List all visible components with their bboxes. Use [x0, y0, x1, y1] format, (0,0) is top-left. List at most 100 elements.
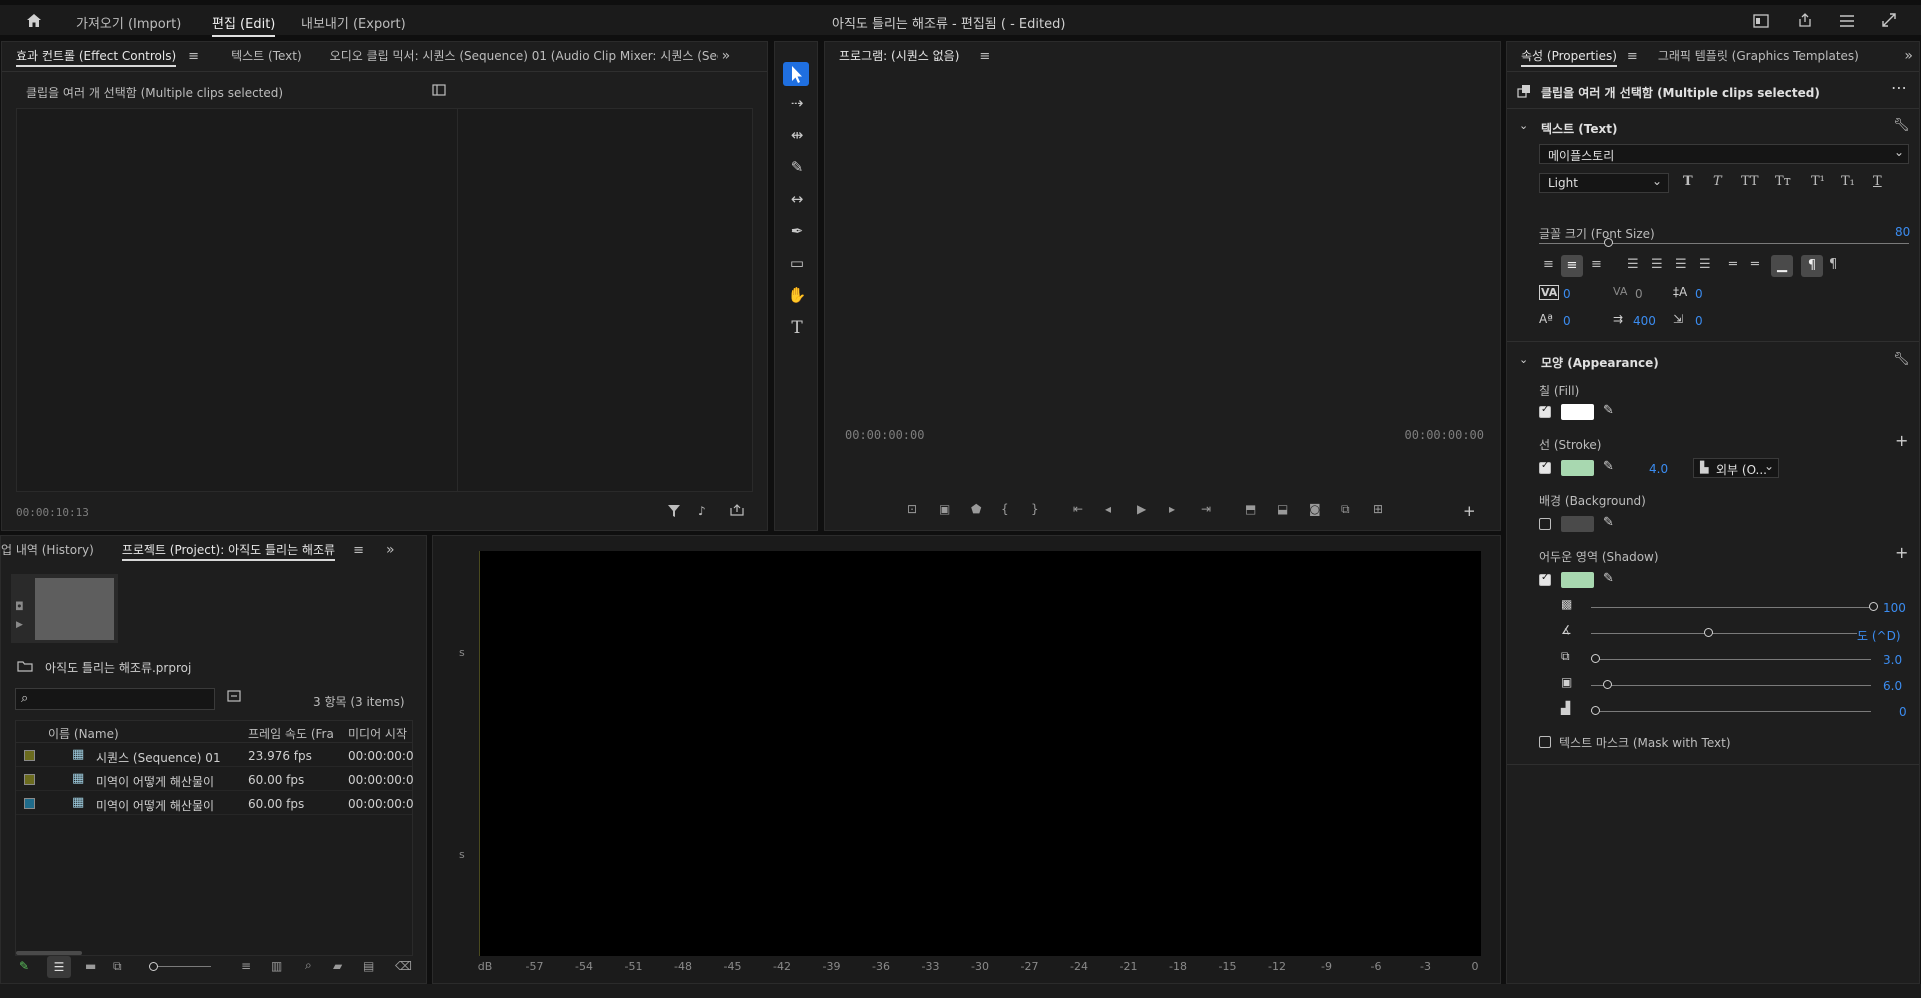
justify-center-button[interactable]: ☰ — [1651, 257, 1663, 272]
shadow-opacity-knob[interactable] — [1869, 602, 1878, 611]
properties-menu-icon[interactable]: ≡ — [1627, 49, 1638, 64]
type-tool[interactable]: T — [781, 318, 813, 338]
bold-button[interactable]: T — [1683, 174, 1693, 189]
project-menu-icon[interactable]: ≡ — [353, 543, 364, 558]
align-middle-button[interactable]: ═ — [1751, 257, 1759, 272]
pen-tool[interactable]: ✒ — [781, 222, 813, 240]
selection-tool[interactable] — [783, 62, 809, 86]
filter-icon[interactable] — [667, 504, 681, 518]
background-checkbox[interactable] — [1539, 518, 1551, 530]
toggle-timeline-icon[interactable] — [432, 84, 446, 96]
text-section-title[interactable]: 텍스트 (Text) — [1541, 120, 1617, 137]
tab-project[interactable]: 프로젝트 (Project): 아직도 틀리는 해조류 — [108, 536, 349, 564]
edit-tab[interactable]: 편집 (Edit) — [212, 13, 276, 37]
slip-tool[interactable]: ↔ — [781, 190, 813, 208]
export-frame-camera-icon[interactable]: ◙ — [1309, 502, 1321, 516]
step-back-icon[interactable]: ◂ — [1105, 502, 1111, 516]
superscript-button[interactable]: T¹ — [1811, 174, 1825, 189]
safe-margins-icon[interactable]: ▣ — [939, 502, 950, 516]
background-swatch[interactable] — [1561, 516, 1594, 532]
appearance-chevron-icon[interactable]: ⌄ — [1519, 353, 1528, 366]
new-item-icon[interactable]: ▤ — [363, 959, 374, 973]
tracking-value[interactable]: 0 — [1635, 287, 1643, 301]
text-section-chevron-icon[interactable]: ⌄ — [1519, 119, 1528, 132]
import-tab[interactable]: 가져오기 (Import) — [76, 13, 181, 32]
comparison-view-icon[interactable]: ⧉ — [1341, 502, 1350, 517]
delete-icon[interactable]: ⌫ — [395, 959, 412, 973]
fill-swatch[interactable] — [1561, 404, 1594, 420]
tab-text[interactable]: 텍스트 (Text) — [217, 42, 316, 70]
table-row[interactable]: ▦ 미역이 어떻게 해산물이 60.00 fps 00:00:00:0C — [16, 769, 414, 791]
align-bottom-button[interactable]: ▁ — [1771, 255, 1793, 277]
fill-eyedropper-icon[interactable]: ✎ — [1603, 403, 1614, 418]
tab-effect-controls[interactable]: 효과 컨트롤 (Effect Controls) — [2, 42, 190, 70]
align-right-button[interactable]: ≡ — [1591, 257, 1602, 272]
fill-checkbox[interactable] — [1539, 404, 1551, 418]
marker-icon[interactable]: ⬟ — [971, 502, 981, 516]
shadow-blur-slider[interactable] — [1591, 711, 1871, 712]
thumb-play-icon[interactable]: ▶ — [16, 620, 23, 630]
ripple-edit-tool[interactable]: ⇹ — [781, 126, 813, 144]
share-icon[interactable] — [1796, 12, 1814, 28]
shadow-distance-value[interactable]: 3.0 — [1883, 653, 1902, 667]
go-to-out-icon[interactable]: ⇥ — [1201, 502, 1211, 516]
tab-history[interactable]: 업 내역 (History) — [1, 536, 108, 564]
shadow-eyedropper-icon[interactable]: ✎ — [1603, 571, 1614, 586]
panel-overflow-icon[interactable]: » — [722, 48, 731, 64]
label-color-chip[interactable] — [24, 774, 35, 785]
program-menu-icon[interactable]: ≡ — [979, 49, 990, 64]
sort-icon[interactable]: ≡ — [241, 959, 251, 973]
stroke-type-select[interactable]: ▙ 외부 (O... ⌄ — [1693, 458, 1779, 478]
rtl-button[interactable]: ¶ — [1829, 257, 1837, 272]
table-row[interactable]: ▦ 미역이 어떻게 해산물이 60.00 fps 00:00:00:0C — [16, 793, 414, 815]
go-to-in-icon[interactable]: ⇤ — [1073, 502, 1083, 516]
menu-icon[interactable]: ≡ — [188, 49, 199, 64]
shadow-angle-knob[interactable] — [1704, 628, 1713, 637]
shadow-blur-value[interactable]: 0 — [1899, 705, 1907, 719]
lift-icon[interactable]: ⬒ — [1245, 502, 1256, 516]
zoom-slider[interactable] — [151, 966, 211, 967]
list-h-scrollbar[interactable] — [16, 951, 82, 955]
export-frame-icon[interactable] — [730, 504, 744, 516]
label-color-chip[interactable] — [24, 750, 35, 761]
new-bin-icon[interactable]: ▰ — [333, 959, 342, 973]
mark-in-icon[interactable]: { — [1001, 502, 1009, 516]
label-color-chip[interactable] — [24, 798, 35, 809]
properties-overflow-icon[interactable]: » — [1904, 48, 1913, 64]
col-name[interactable]: 이름 (Name) — [48, 725, 119, 742]
stroke-swatch[interactable] — [1561, 460, 1594, 476]
more-options-icon[interactable]: ⋯ — [1891, 78, 1908, 97]
leading-value[interactable]: 0 — [1695, 287, 1703, 301]
step-forward-icon[interactable]: ▸ — [1169, 502, 1175, 516]
button-editor-icon[interactable]: + — [1463, 502, 1476, 520]
justify-all-button[interactable]: ☰ — [1699, 257, 1711, 272]
tab-width-value[interactable]: 0 — [1695, 314, 1703, 328]
small-caps-button[interactable]: Tт — [1775, 174, 1791, 189]
panel-layout-icon[interactable] — [1752, 13, 1770, 29]
col-fps[interactable]: 프레임 속도 (Fra — [248, 725, 334, 742]
mark-out-icon[interactable]: } — [1031, 502, 1039, 516]
icon-view-icon[interactable]: ▬ — [85, 959, 96, 973]
fullscreen-icon[interactable] — [1880, 12, 1898, 28]
font-size-slider[interactable] — [1539, 243, 1909, 244]
ltr-button[interactable]: ¶ — [1801, 255, 1823, 277]
write-icon[interactable]: ✎ — [19, 959, 29, 973]
stroke-eyedropper-icon[interactable]: ✎ — [1603, 459, 1614, 474]
project-overflow-icon[interactable]: » — [386, 542, 395, 558]
align-top-button[interactable]: ═ — [1729, 257, 1737, 272]
underline-button[interactable]: T — [1873, 174, 1882, 189]
tab-graphics-templates[interactable]: 그래픽 템플릿 (Graphics Templates) — [1644, 42, 1873, 70]
find-icon[interactable]: ⌕ — [305, 958, 312, 973]
list-view-icon[interactable]: ☰ — [47, 956, 71, 978]
kerning-value[interactable]: 0 — [1563, 287, 1571, 301]
justify-right-button[interactable]: ☰ — [1675, 257, 1687, 272]
font-size-knob[interactable] — [1604, 238, 1613, 247]
tab-audio-clip-mixer[interactable]: 오디오 클립 믹서: 시퀀스 (Sequence) 01 (Audio Clip… — [316, 42, 718, 70]
add-shadow-icon[interactable]: + — [1895, 543, 1908, 562]
background-eyedropper-icon[interactable]: ✎ — [1603, 515, 1614, 530]
home-icon[interactable] — [24, 11, 44, 29]
zoom-slider-knob[interactable] — [149, 962, 158, 971]
font-weight-select[interactable]: Light ⌄ — [1539, 173, 1669, 193]
automate-icon[interactable]: ▥ — [271, 959, 282, 973]
subscript-button[interactable]: T₁ — [1841, 174, 1855, 189]
